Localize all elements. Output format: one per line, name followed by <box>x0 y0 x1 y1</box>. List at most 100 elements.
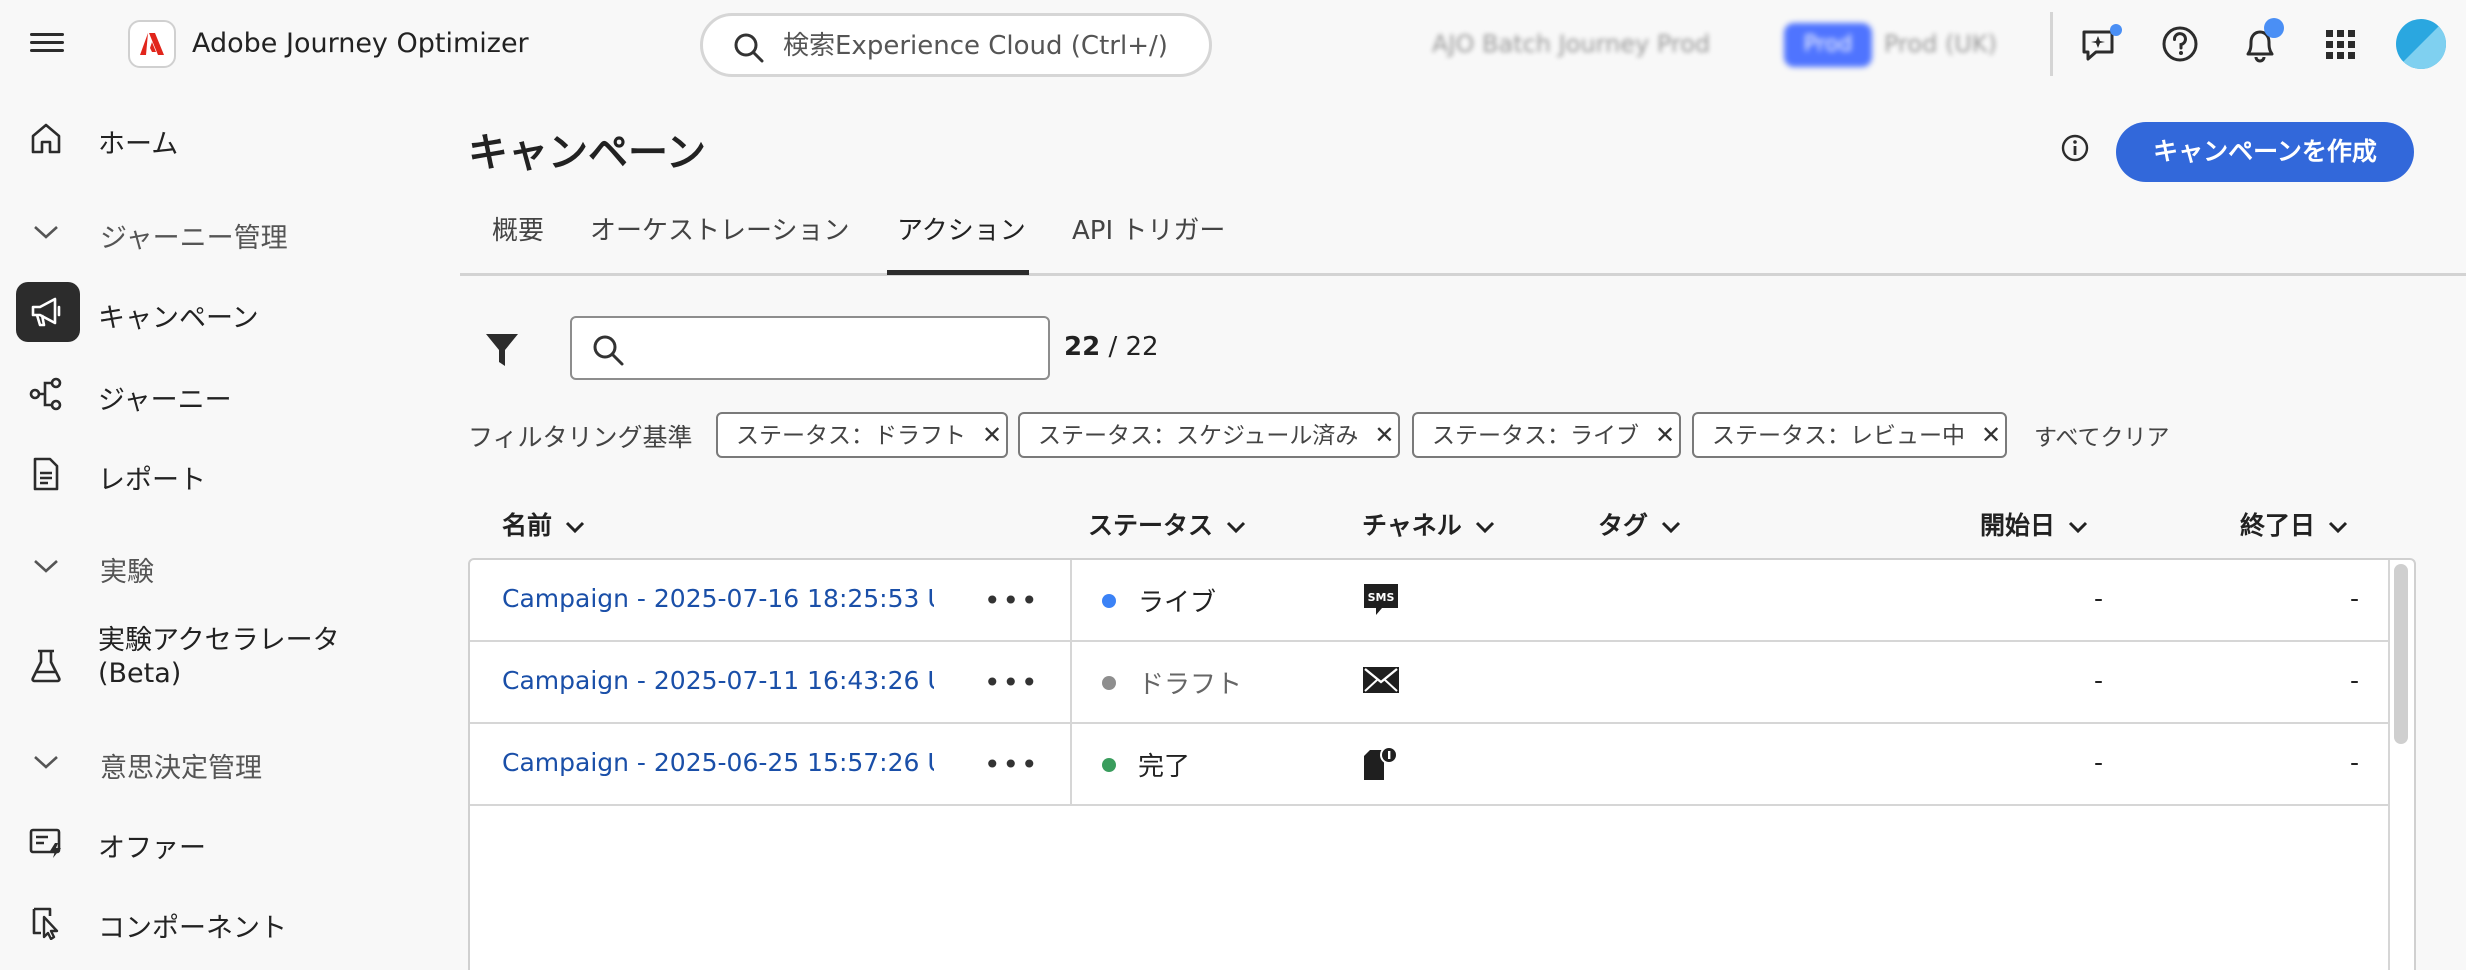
user-avatar[interactable] <box>2396 19 2446 69</box>
status-dot <box>1102 757 1116 772</box>
sidebar-section-label: 実験 <box>100 557 154 588</box>
scrollbar[interactable] <box>2394 564 2408 744</box>
sidebar-item-label: ジャーニー <box>98 385 232 416</box>
close-icon[interactable]: ✕ <box>1651 414 1679 456</box>
more-actions-icon[interactable]: ••• <box>984 584 1038 617</box>
column-divider <box>1070 724 1072 806</box>
start-date: - <box>2094 748 2104 777</box>
page-title: キャンペーン <box>468 130 706 176</box>
offer-icon <box>29 828 61 858</box>
campaign-name-link[interactable]: Campaign - 2025-07-16 18:25:53 UTC+0 <box>502 584 934 613</box>
column-header-status[interactable]: ステータス <box>1088 506 1247 542</box>
status-label: ドラフト <box>1138 670 1243 700</box>
tab-api-trigger[interactable]: API トリガー <box>1072 210 1225 247</box>
menu-icon[interactable] <box>30 28 64 62</box>
chevron-down-icon <box>34 756 58 769</box>
notification-dot <box>2264 18 2284 38</box>
flask-icon <box>31 649 61 683</box>
sidebar-item-components[interactable]: コンポーネント <box>16 890 446 954</box>
sidebar-item-label: ホーム <box>98 129 179 160</box>
sandbox-name[interactable]: AJO Batch Journey Prod <box>1432 30 1710 58</box>
column-header-start-date[interactable]: 開始日 <box>1980 506 2089 542</box>
create-campaign-button[interactable]: キャンペーンを作成 <box>2116 122 2414 182</box>
notification-dot <box>2110 24 2122 36</box>
more-actions-icon[interactable]: ••• <box>984 666 1038 699</box>
apps-grid-icon[interactable] <box>2318 22 2364 68</box>
close-icon[interactable]: ✕ <box>1977 414 2005 456</box>
sidebar-section-decision-management[interactable]: 意思決定管理 <box>16 730 446 794</box>
help-icon[interactable] <box>2158 22 2204 68</box>
column-label: 終了日 <box>2240 511 2316 540</box>
chevron-down-icon <box>34 226 58 239</box>
close-icon[interactable]: ✕ <box>1370 414 1398 456</box>
global-search[interactable] <box>700 13 1212 77</box>
sidebar-section-label: 意思決定管理 <box>100 753 262 784</box>
sidebar-item-label: コンポーネント <box>98 913 287 944</box>
chevron-down-icon <box>1661 521 1681 534</box>
adobe-logo[interactable] <box>128 20 176 68</box>
table-row[interactable]: Campaign - 2025-07-11 16:43:26 UTC+0 •••… <box>470 642 2388 724</box>
global-search-input[interactable] <box>783 26 1193 66</box>
column-header-name[interactable]: 名前 <box>502 506 586 542</box>
end-date: - <box>2350 666 2360 695</box>
search-icon <box>734 33 764 63</box>
sidebar-item-label: オファー <box>98 833 206 864</box>
chevron-down-icon <box>565 521 585 534</box>
count-shown: 22 <box>1064 332 1101 362</box>
count-separator: / <box>1108 332 1118 362</box>
sidebar-item-experiment-accelerator[interactable]: 実験アクセラレータ (Beta) <box>16 618 446 708</box>
column-label: 名前 <box>502 511 553 540</box>
more-actions-icon[interactable]: ••• <box>984 748 1038 781</box>
app-name[interactable]: Adobe Journey Optimizer <box>192 28 529 59</box>
org-name[interactable]: Prod (UK) <box>1884 30 1997 58</box>
divider <box>2050 12 2053 76</box>
table-search-input[interactable] <box>636 330 1036 368</box>
chip-label: ステータス：レビュー中 <box>1712 423 1965 449</box>
sidebar-section-experiments[interactable]: 実験 <box>16 534 446 598</box>
feedback-icon[interactable] <box>2078 22 2124 68</box>
sidebar-item-journeys[interactable]: ジャーニー <box>16 362 446 426</box>
sidebar-item-reports[interactable]: レポート <box>16 442 446 506</box>
chevron-down-icon <box>34 560 58 573</box>
column-header-end-date[interactable]: 終了日 <box>2240 506 2349 542</box>
column-divider <box>1070 560 1072 642</box>
tab-overview[interactable]: 概要 <box>492 210 544 247</box>
sidebar-item-offers[interactable]: オファー <box>16 810 446 874</box>
filter-icon[interactable] <box>484 330 520 370</box>
filter-chip-scheduled: ステータス：スケジュール済み ✕ <box>1018 412 1401 458</box>
sidebar-item-label: レポート <box>98 465 206 496</box>
campaign-name-link[interactable]: Campaign - 2025-06-25 15:57:26 UTC+0 <box>502 748 934 777</box>
clear-all-link[interactable]: すべてクリア <box>2034 418 2169 452</box>
tab-actions[interactable]: アクション <box>897 210 1026 247</box>
in-app-message-icon <box>1362 746 1402 788</box>
sidebar-item-campaigns[interactable]: キャンペーン <box>16 280 446 344</box>
chip-label: ステータス：ドラフト <box>736 423 966 449</box>
filter-chip-live: ステータス：ライブ ✕ <box>1412 412 1681 458</box>
sidebar-section-label: ジャーニー管理 <box>100 223 288 254</box>
scrollbar-track <box>2388 560 2390 970</box>
table-row[interactable]: Campaign - 2025-06-25 15:57:26 UTC+0 •••… <box>470 724 2388 806</box>
result-count: 22 / 22 <box>1064 332 1159 362</box>
chevron-down-icon <box>2068 521 2088 534</box>
search-icon <box>593 335 624 366</box>
chevron-down-icon <box>1475 521 1494 534</box>
start-date: - <box>2094 666 2104 695</box>
column-divider <box>1070 642 1072 724</box>
info-icon[interactable] <box>2060 133 2090 163</box>
sidebar-section-journey-management[interactable]: ジャーニー管理 <box>16 200 446 264</box>
status-cell: ライブ <box>1102 582 1216 619</box>
close-icon[interactable]: ✕ <box>978 414 1006 456</box>
column-header-tags[interactable]: タグ <box>1598 506 1682 542</box>
bell-icon[interactable] <box>2238 18 2284 68</box>
column-header-channel[interactable]: チャネル <box>1362 506 1496 542</box>
sidebar-item-home[interactable]: ホーム <box>16 106 446 170</box>
top-bar: Adobe Journey Optimizer AJO Batch Journe… <box>0 0 2466 90</box>
chevron-down-icon <box>1226 521 1246 534</box>
tab-orchestration[interactable]: オーケストレーション <box>590 210 849 247</box>
sms-icon-label: SMS <box>1368 591 1395 604</box>
sidebar-item-label-line2: (Beta) <box>98 658 182 689</box>
table-row[interactable]: Campaign - 2025-07-16 18:25:53 UTC+0 •••… <box>470 560 2388 642</box>
campaign-name-link[interactable]: Campaign - 2025-07-11 16:43:26 UTC+0 <box>502 666 934 695</box>
org-badge[interactable]: Prod <box>1784 23 1872 67</box>
table-search[interactable] <box>570 316 1050 380</box>
